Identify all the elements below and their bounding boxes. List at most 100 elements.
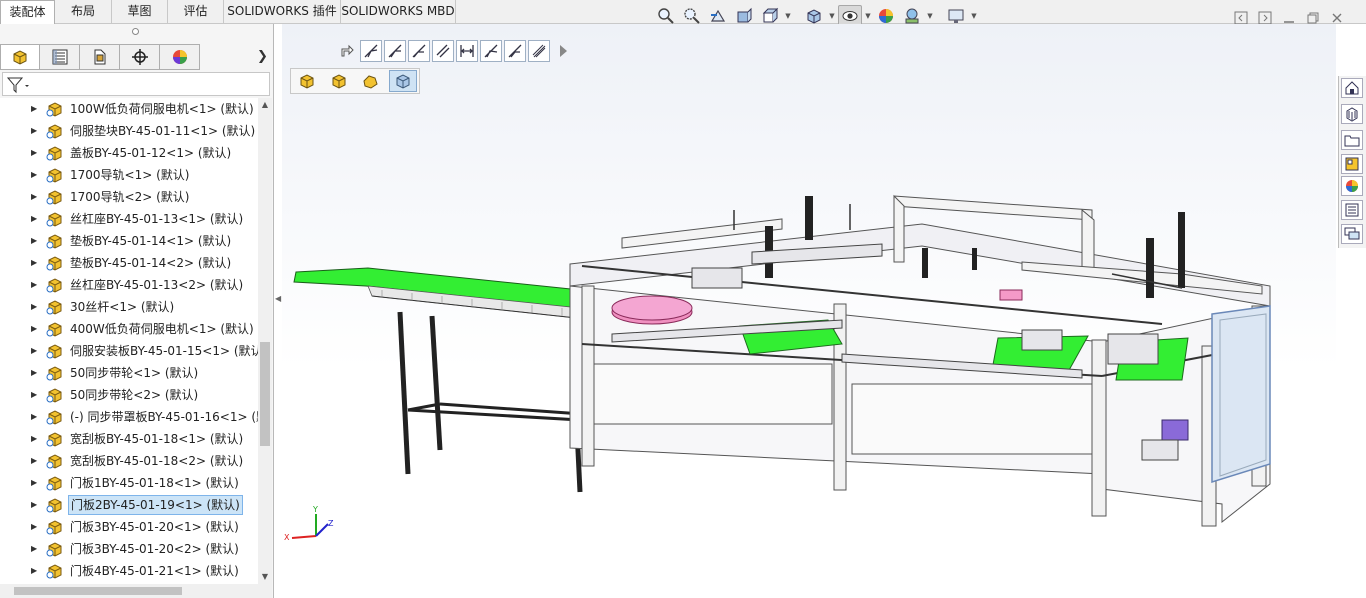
chevron-down-icon[interactable]: ▼ bbox=[970, 12, 978, 20]
close-icon[interactable] bbox=[1330, 11, 1344, 25]
tree-item[interactable]: ▶ 门板3BY-45-01-20<1> (默认) bbox=[0, 516, 258, 538]
tree-item[interactable]: ▶ 丝杠座BY-45-01-13<1> (默认) bbox=[0, 208, 258, 230]
collapse-panel-icon[interactable]: ◀ bbox=[275, 294, 281, 303]
pink-turntable[interactable] bbox=[611, 295, 693, 325]
assembly-3d-model[interactable]: X Y Z bbox=[282, 24, 1336, 598]
scroll-thumb[interactable] bbox=[14, 587, 182, 595]
scroll-thumb[interactable] bbox=[260, 342, 270, 446]
tab-solidworks-addins[interactable]: SOLIDWORKS 插件 bbox=[224, 0, 341, 23]
chevron-right-icon[interactable]: ❯ bbox=[257, 49, 268, 64]
expand-arrow-icon[interactable]: ▶ bbox=[31, 164, 37, 186]
file-explorer-icon[interactable] bbox=[1341, 130, 1363, 150]
expand-arrow-icon[interactable]: ▶ bbox=[31, 208, 37, 230]
expand-arrow-icon[interactable]: ▶ bbox=[31, 340, 37, 362]
configurationmanager-tab[interactable] bbox=[80, 44, 120, 70]
expand-arrow-icon[interactable]: ▶ bbox=[31, 120, 37, 142]
tree-item[interactable]: ▶ 门板1BY-45-01-18<1> (默认) bbox=[0, 472, 258, 494]
tree-item[interactable]: ▶ (-) 同步带罩板BY-45-01-16<1> (默 bbox=[0, 406, 258, 428]
expand-arrow-icon[interactable]: ▶ bbox=[31, 318, 37, 340]
tree-item[interactable]: ▶ 1700导轨<1> (默认) bbox=[0, 164, 258, 186]
tab-evaluate[interactable]: 评估 bbox=[168, 0, 224, 23]
tree-item[interactable]: ▶ 垫板BY-45-01-14<1> (默认) bbox=[0, 230, 258, 252]
expand-arrow-icon[interactable]: ▶ bbox=[31, 384, 37, 406]
expand-arrow-icon[interactable]: ▶ bbox=[31, 362, 37, 384]
graphics-area[interactable]: X Y Z bbox=[282, 24, 1336, 598]
expand-arrow-icon[interactable]: ▶ bbox=[31, 186, 37, 208]
expand-arrow-icon[interactable]: ▶ bbox=[31, 274, 37, 296]
view-palette-icon[interactable] bbox=[1341, 154, 1363, 174]
expand-arrow-icon[interactable]: ▶ bbox=[31, 472, 37, 494]
expand-arrow-icon[interactable]: ▶ bbox=[31, 230, 37, 252]
tree-item[interactable]: ▶ 丝杠座BY-45-01-13<2> (默认) bbox=[0, 274, 258, 296]
featuremanager-tab[interactable] bbox=[0, 44, 40, 70]
configurationmanager-icon bbox=[94, 49, 105, 65]
tab-layout[interactable]: 布局 bbox=[55, 0, 112, 23]
forum-icon[interactable] bbox=[1341, 224, 1363, 244]
tree-item-label: 50同步带轮<1> (默认) bbox=[70, 366, 199, 380]
tree-item[interactable]: ▶ 伺服安装板BY-45-01-15<1> (默认 bbox=[0, 340, 258, 362]
chevron-down-icon[interactable]: ▼ bbox=[864, 12, 872, 20]
part-component-icon bbox=[46, 278, 62, 293]
display-manager-icon bbox=[172, 50, 187, 64]
tree-item[interactable]: ▶ 50同步带轮<2> (默认) bbox=[0, 384, 258, 406]
tree-item-label: (-) 同步带罩板BY-45-01-16<1> (默 bbox=[70, 410, 258, 424]
tree-item-label: 丝杠座BY-45-01-13<1> (默认) bbox=[70, 212, 244, 226]
chevron-down-icon[interactable]: ▼ bbox=[784, 12, 792, 20]
tree-item[interactable]: ▶ 宽刮板BY-45-01-18<1> (默认) bbox=[0, 428, 258, 450]
pink-block[interactable] bbox=[999, 289, 1023, 301]
tab-sketch[interactable]: 草图 bbox=[112, 0, 168, 23]
tree-item[interactable]: ▶ 1700导轨<2> (默认) bbox=[0, 186, 258, 208]
chevron-down-icon[interactable]: ▼ bbox=[926, 12, 934, 20]
tree-horizontal-scrollbar[interactable] bbox=[0, 584, 272, 598]
expand-arrow-icon[interactable]: ▶ bbox=[31, 450, 37, 472]
expand-arrow-icon[interactable]: ▶ bbox=[31, 142, 37, 164]
design-library-icon[interactable] bbox=[1341, 104, 1363, 124]
tab-assembly[interactable]: 装配体 bbox=[0, 0, 55, 24]
dimxpert-tab[interactable] bbox=[120, 44, 160, 70]
scroll-up-icon[interactable]: ▲ bbox=[258, 98, 272, 112]
expand-arrow-icon[interactable]: ▶ bbox=[31, 516, 37, 538]
scroll-down-icon[interactable]: ▼ bbox=[258, 570, 272, 584]
panel-pin-icon[interactable] bbox=[132, 28, 139, 35]
tree-item[interactable]: ▶ 100W低负荷伺服电机<1> (默认) bbox=[0, 98, 258, 120]
expand-arrow-icon[interactable]: ▶ bbox=[31, 494, 37, 516]
tree-item[interactable]: ▶ 30丝杆<1> (默认) bbox=[0, 296, 258, 318]
tree-filter-bar[interactable] bbox=[2, 72, 270, 96]
tree-item[interactable]: ▶ 门板3BY-45-01-20<2> (默认) bbox=[0, 538, 258, 560]
custom-properties-icon[interactable] bbox=[1341, 200, 1363, 220]
tree-item[interactable]: ▶ 50同步带轮<1> (默认) bbox=[0, 362, 258, 384]
display-manager-tab[interactable] bbox=[160, 44, 200, 70]
tree-item[interactable]: ▶ 伺服垫块BY-45-01-11<1> (默认) bbox=[0, 120, 258, 142]
feature-tree: ▶ 100W低负荷伺服电机<1> (默认) ▶ 伺服垫块BY-45-01-11<1> … bbox=[0, 98, 258, 584]
minimize-icon[interactable] bbox=[1282, 11, 1296, 25]
tree-item[interactable]: ▶ 门板2BY-45-01-19<1> (默认) bbox=[0, 494, 258, 516]
tab-solidworks-mbd[interactable]: SOLIDWORKS MBD bbox=[341, 0, 456, 23]
filter-icon[interactable] bbox=[6, 76, 30, 94]
expand-arrow-icon[interactable]: ▶ bbox=[31, 538, 37, 560]
chevron-down-icon[interactable]: ▼ bbox=[828, 12, 836, 20]
tree-item[interactable]: ▶ 盖板BY-45-01-12<1> (默认) bbox=[0, 142, 258, 164]
appearances-icon[interactable] bbox=[1341, 176, 1363, 196]
expand-arrow-icon[interactable]: ▶ bbox=[31, 406, 37, 428]
part-component-icon bbox=[46, 520, 62, 535]
collapse-right-icon[interactable] bbox=[1258, 11, 1272, 25]
tree-item[interactable]: ▶ 垫板BY-45-01-14<2> (默认) bbox=[0, 252, 258, 274]
solidworks-resources-icon[interactable] bbox=[1341, 78, 1363, 98]
expand-arrow-icon[interactable]: ▶ bbox=[31, 428, 37, 450]
collapse-left-icon[interactable] bbox=[1234, 11, 1248, 25]
restore-icon[interactable] bbox=[1306, 11, 1320, 25]
panel-splitter[interactable]: ◀ bbox=[274, 24, 282, 598]
expand-arrow-icon[interactable]: ▶ bbox=[31, 560, 37, 582]
servo-motor[interactable] bbox=[1161, 419, 1189, 441]
tree-item[interactable]: ▶ 门板4BY-45-01-21<1> (默认) bbox=[0, 560, 258, 582]
expand-arrow-icon[interactable]: ▶ bbox=[31, 98, 37, 120]
part-component-icon bbox=[46, 212, 62, 227]
part-component-icon bbox=[46, 322, 62, 337]
propertymanager-tab[interactable] bbox=[40, 44, 80, 70]
tree-vertical-scrollbar[interactable]: ▲ ▼ bbox=[258, 98, 272, 584]
expand-arrow-icon[interactable]: ▶ bbox=[31, 296, 37, 318]
expand-arrow-icon[interactable]: ▶ bbox=[31, 252, 37, 274]
tree-item[interactable]: ▶ 400W低负荷伺服电机<1> (默认) bbox=[0, 318, 258, 340]
tree-item[interactable]: ▶ 宽刮板BY-45-01-18<2> (默认) bbox=[0, 450, 258, 472]
panel-grip[interactable] bbox=[0, 24, 274, 42]
